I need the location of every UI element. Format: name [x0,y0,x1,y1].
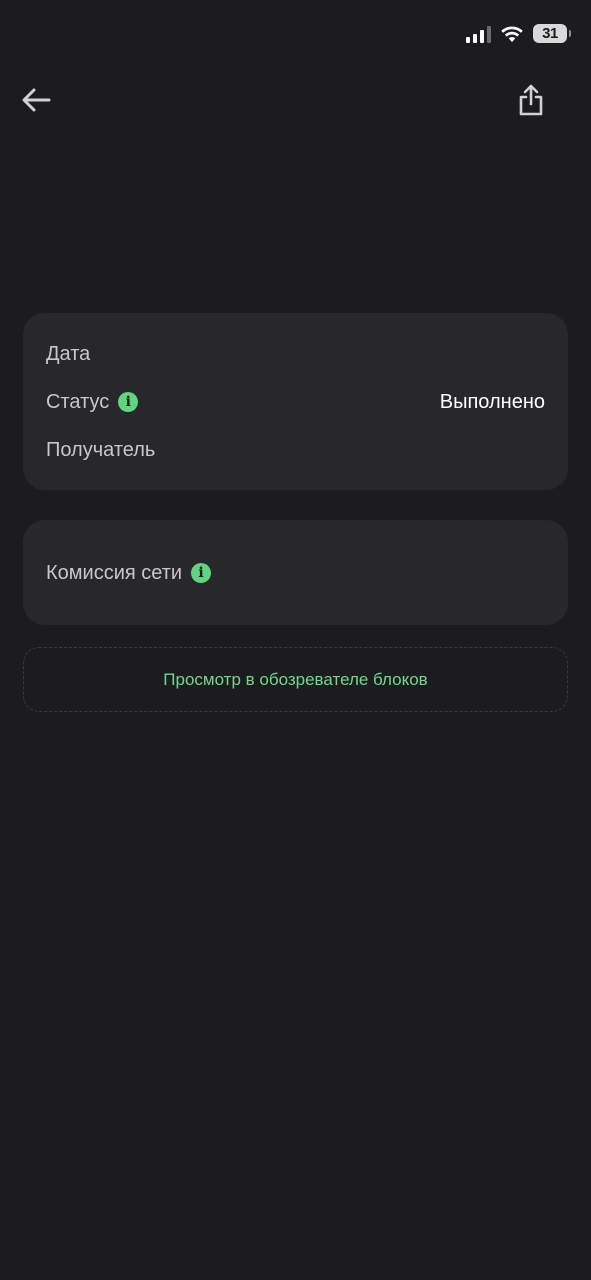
share-icon [519,84,543,116]
status-bar: 31 [0,0,591,70]
wifi-icon [501,25,523,42]
network-fee-info-icon[interactable]: i [191,563,212,583]
block-explorer-link[interactable]: Просмотр в обозревателе блоков [23,647,568,712]
network-fee-card: Комиссия сети i [23,520,568,625]
nav-bar [0,78,591,122]
recipient-label: Получатель [46,438,156,461]
arrow-left-icon [22,88,51,112]
status-icons: 31 [466,24,571,43]
status-label: Статус [46,390,110,413]
date-row: Дата [46,339,545,369]
network-fee-row: Комиссия сети i [46,558,545,588]
cellular-signal-icon [466,25,491,43]
status-info-icon[interactable]: i [118,392,139,412]
recipient-row: Получатель [46,435,545,465]
date-label: Дата [46,342,91,365]
network-fee-label-group: Комиссия сети i [46,561,212,585]
status-value: Выполнено [439,390,545,413]
network-fee-label: Комиссия сети [46,561,183,584]
status-label-group: Статус i [46,390,139,414]
transaction-details-card: Дата Статус i Выполнено Получатель [23,313,568,490]
share-button[interactable] [511,78,551,122]
block-explorer-link-label: Просмотр в обозревателе блоков [163,669,428,689]
battery-level: 31 [542,25,558,42]
status-row: Статус i Выполнено [46,387,545,417]
back-button[interactable] [16,80,56,120]
battery-icon: 31 [533,24,571,43]
